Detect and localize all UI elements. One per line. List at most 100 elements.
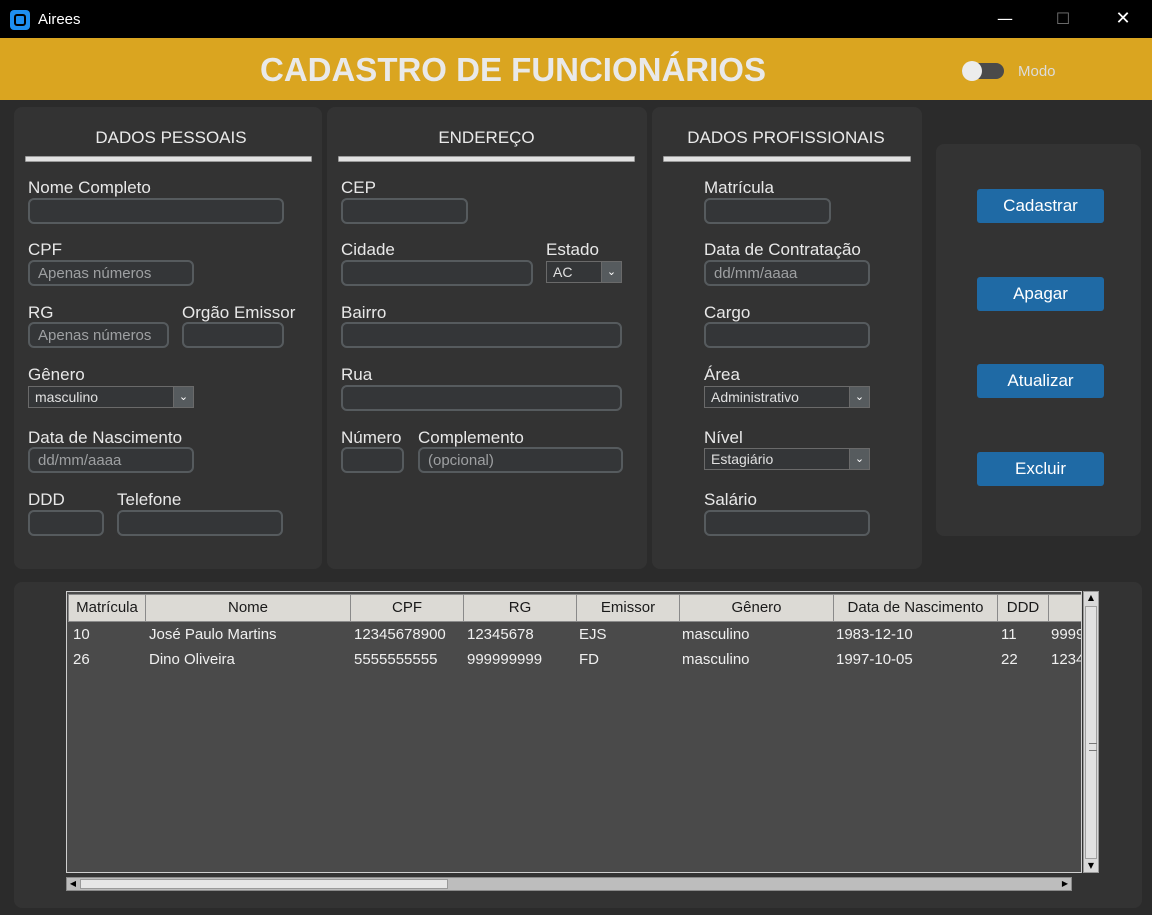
table-cell: 1983-12-10 [836, 626, 913, 643]
scroll-down-icon[interactable]: ▼ [1084, 860, 1098, 872]
complement-input[interactable] [418, 447, 623, 473]
issuer-label: Orgão Emissor [182, 303, 296, 322]
chevron-down-icon: ⌄ [601, 262, 621, 282]
vertical-scrollbar[interactable]: ▲ ▼ [1083, 591, 1099, 873]
table-cell: 1234 [1051, 651, 1081, 668]
rg-input[interactable] [28, 322, 169, 348]
table-cell: José Paulo Martins [149, 626, 277, 643]
role-label: Cargo [704, 303, 751, 322]
table-cell: EJS [579, 626, 607, 643]
clear-button[interactable]: Apagar [977, 277, 1104, 311]
close-button[interactable]: ✕ [1100, 0, 1146, 38]
number-input[interactable] [341, 447, 404, 473]
area-label: Área [704, 365, 740, 384]
cep-input[interactable] [341, 198, 468, 224]
table-cell: 26 [73, 651, 90, 668]
phone-label: Telefone [117, 490, 182, 509]
hire-date-input[interactable] [704, 260, 870, 286]
table-row[interactable]: 26 Dino Oliveira 5555555555 999999999 FD… [67, 647, 1081, 672]
column-header[interactable]: Gênero [679, 594, 834, 622]
employees-table[interactable]: Matrícula Nome CPF RG Emissor Gênero Dat… [66, 591, 1082, 873]
street-label: Rua [341, 365, 373, 384]
maximize-button[interactable]: ☐ [1040, 0, 1086, 38]
birth-date-input[interactable] [28, 447, 194, 473]
table-cell: Dino Oliveira [149, 651, 235, 668]
table-cell: 999999999 [467, 651, 543, 668]
cep-label: CEP [341, 178, 376, 197]
ddd-label: DDD [28, 490, 65, 509]
table-header: Matrícula Nome CPF RG Emissor Gênero Dat… [67, 594, 1081, 622]
complement-label: Complemento [418, 428, 524, 447]
header-bar: CADASTRO DE FUNCIONÁRIOS Modo [0, 38, 1152, 100]
app-icon [10, 10, 30, 30]
level-label: Nível [704, 428, 743, 447]
table-cell: 1997-10-05 [836, 651, 913, 668]
hire-date-label: Data de Contratação [704, 240, 861, 259]
phone-input[interactable] [117, 510, 283, 536]
registration-input[interactable] [704, 198, 831, 224]
address-title: ENDEREÇO [438, 128, 535, 147]
minimize-button[interactable]: — [982, 0, 1028, 38]
gender-select[interactable]: masculino ⌄ [28, 386, 194, 408]
level-select[interactable]: Estagiário ⌄ [704, 448, 870, 470]
professional-data-title: DADOS PROFISSIONAIS [687, 128, 885, 147]
register-button[interactable]: Cadastrar [977, 189, 1104, 223]
table-cell: 12345678900 [354, 626, 446, 643]
rg-label: RG [28, 303, 54, 322]
grip-icon [1089, 743, 1097, 751]
table-cell: 12345678 [467, 626, 534, 643]
column-header[interactable]: DDD [997, 594, 1049, 622]
mode-label: Modo [1018, 63, 1056, 80]
vertical-scroll-thumb[interactable] [1085, 606, 1097, 859]
window-title: Airees [38, 11, 81, 28]
district-label: Bairro [341, 303, 387, 322]
area-select[interactable]: Administrativo ⌄ [704, 386, 870, 408]
gender-value: masculino [35, 389, 99, 405]
horizontal-scrollbar[interactable]: ◀ ▶ [66, 877, 1072, 891]
personal-data-separator [25, 156, 312, 162]
ddd-input[interactable] [28, 510, 104, 536]
column-header[interactable] [1048, 594, 1081, 622]
cpf-label: CPF [28, 240, 62, 259]
state-select[interactable]: AC ⌄ [546, 261, 622, 283]
column-header[interactable]: Matrícula [68, 594, 146, 622]
column-header[interactable]: CPF [350, 594, 464, 622]
column-header[interactable]: Data de Nascimento [833, 594, 998, 622]
column-header[interactable]: Nome [145, 594, 351, 622]
role-input[interactable] [704, 322, 870, 348]
cpf-input[interactable] [28, 260, 194, 286]
city-input[interactable] [341, 260, 533, 286]
birth-date-label: Data de Nascimento [28, 428, 183, 447]
column-header[interactable]: RG [463, 594, 577, 622]
street-input[interactable] [341, 385, 622, 411]
table-cell: masculino [682, 626, 750, 643]
registration-label: Matrícula [704, 178, 774, 197]
state-value: AC [553, 264, 573, 280]
page-title: CADASTRO DE FUNCIONÁRIOS [259, 51, 766, 88]
delete-button[interactable]: Excluir [977, 452, 1104, 486]
gender-label: Gênero [28, 365, 85, 384]
personal-data-title: DADOS PESSOAIS [95, 128, 247, 147]
chevron-down-icon: ⌄ [849, 387, 869, 407]
horizontal-scroll-thumb[interactable] [80, 879, 448, 889]
name-label: Nome Completo [28, 178, 151, 197]
salary-label: Salário [704, 490, 757, 509]
mode-toggle-switch[interactable] [962, 61, 1004, 81]
title-bar: Airees — ☐ ✕ [0, 0, 1152, 38]
table-cell: 22 [1001, 651, 1018, 668]
area-value: Administrativo [711, 389, 799, 405]
district-input[interactable] [341, 322, 622, 348]
scroll-right-icon[interactable]: ▶ [1059, 878, 1071, 890]
salary-input[interactable] [704, 510, 870, 536]
update-button[interactable]: Atualizar [977, 364, 1104, 398]
scroll-left-icon[interactable]: ◀ [67, 878, 79, 890]
name-input[interactable] [28, 198, 284, 224]
table-cell: 10 [73, 626, 90, 643]
column-header[interactable]: Emissor [576, 594, 680, 622]
table-cell: FD [579, 651, 599, 668]
scroll-up-icon[interactable]: ▲ [1084, 592, 1098, 604]
level-value: Estagiário [711, 451, 774, 467]
table-row[interactable]: 10 José Paulo Martins 12345678900 123456… [67, 622, 1081, 647]
issuer-input[interactable] [182, 322, 284, 348]
professional-data-separator [663, 156, 911, 162]
